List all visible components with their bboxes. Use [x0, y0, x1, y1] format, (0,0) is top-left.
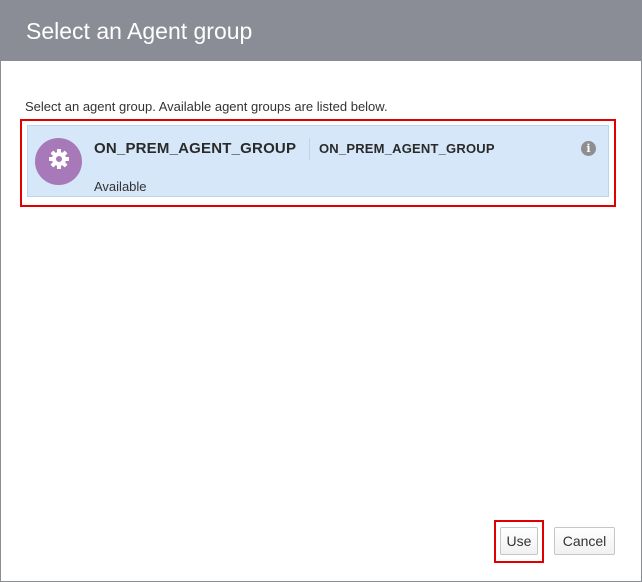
select-agent-group-dialog: Select an Agent group Select an agent gr… — [0, 0, 642, 582]
dialog-header: Select an Agent group — [1, 1, 641, 61]
agent-group-id: ON_PREM_AGENT_GROUP — [319, 141, 495, 156]
agent-group-card[interactable]: ON_PREM_AGENT_GROUP ON_PREM_AGENT_GROUP … — [27, 125, 609, 197]
info-icon[interactable]: i — [581, 141, 596, 156]
name-id-divider — [309, 138, 310, 160]
instruction-text: Select an agent group. Available agent g… — [25, 99, 388, 114]
gear-icon — [47, 147, 71, 176]
agent-group-name: ON_PREM_AGENT_GROUP — [94, 140, 297, 157]
dialog-title: Select an Agent group — [26, 17, 253, 44]
use-button[interactable]: Use — [500, 527, 538, 555]
cancel-button[interactable]: Cancel — [554, 527, 615, 555]
agent-group-status: Available — [94, 179, 147, 194]
agent-group-avatar — [35, 138, 82, 185]
